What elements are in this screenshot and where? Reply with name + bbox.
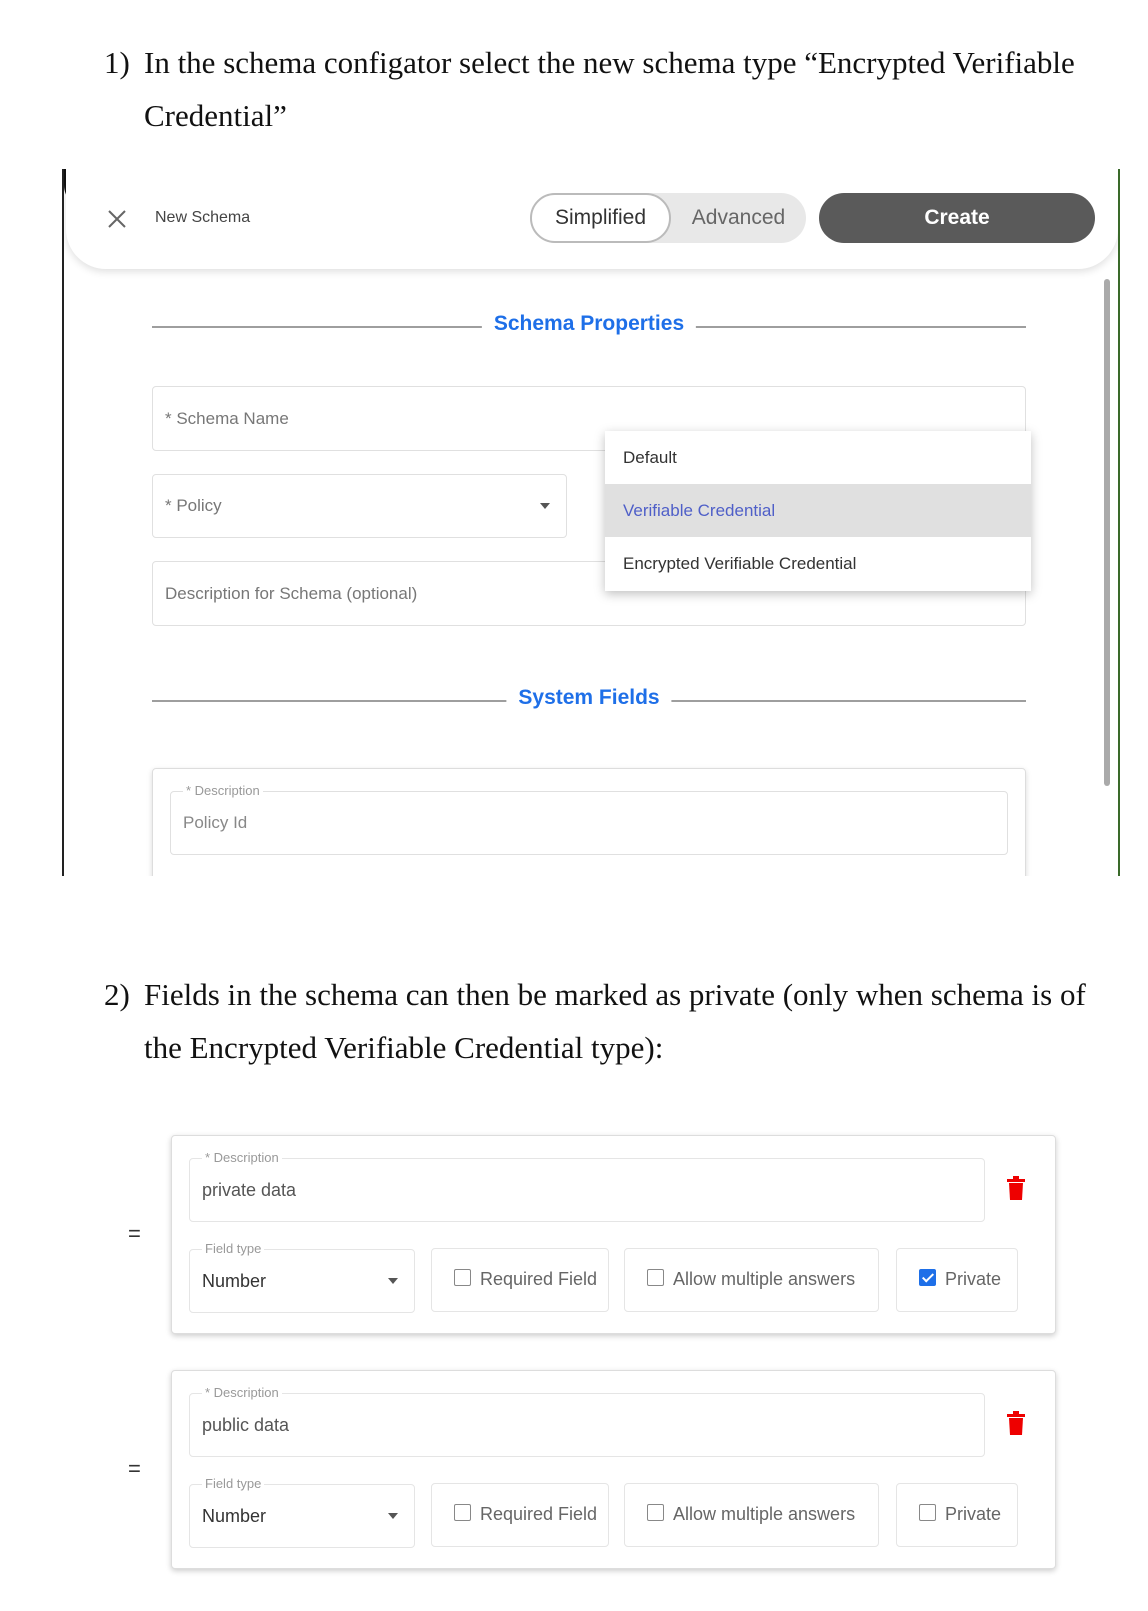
checkbox-icon[interactable]	[919, 1269, 936, 1286]
schema-type-menu: Default Verifiable Credential Encrypted …	[605, 431, 1031, 591]
schema-properties-divider: Schema Properties	[152, 312, 1026, 336]
required-field-checkbox[interactable]: Required Field	[431, 1248, 609, 1312]
field-type-legend: Field type	[202, 1476, 265, 1491]
checkbox-icon[interactable]	[647, 1269, 664, 1286]
step1-line1: In the schema configator select the new …	[144, 45, 1075, 80]
mode-advanced[interactable]: Advanced	[671, 193, 806, 243]
field-card: * Description private data Field type Nu…	[171, 1135, 1056, 1334]
menu-item-verifiable-credential[interactable]: Verifiable Credential	[605, 484, 1031, 537]
menu-item-encrypted-verifiable-credential[interactable]: Encrypted Verifiable Credential	[605, 537, 1031, 590]
field-card: * Description public data Field type Num…	[171, 1370, 1056, 1569]
checkbox-label: Required Field	[480, 1269, 598, 1289]
field-type-legend: Field type	[202, 1241, 265, 1256]
menu-item-default[interactable]: Default	[605, 431, 1031, 484]
step1-text: 1) In the schema configator select the n…	[104, 36, 1075, 142]
section-heading: Schema Properties	[481, 312, 697, 336]
field-description-input[interactable]: * Description public data	[189, 1385, 985, 1457]
step2-line2: the Encrypted Verifiable Credential type…	[144, 1030, 664, 1065]
allow-multiple-checkbox[interactable]: Allow multiple answers	[624, 1248, 879, 1312]
trash-icon[interactable]	[1007, 1176, 1025, 1200]
allow-multiple-checkbox[interactable]: Allow multiple answers	[624, 1483, 879, 1547]
chevron-down-icon	[388, 1513, 398, 1519]
field-legend: * Description	[183, 783, 263, 798]
create-button[interactable]: Create	[819, 193, 1095, 243]
checkbox-label: Required Field	[480, 1504, 598, 1524]
description-value: public data	[202, 1414, 290, 1435]
chevron-down-icon	[388, 1278, 398, 1284]
schema-dialog-screenshot: New Schema Simplified Advanced Create Sc…	[62, 169, 1120, 876]
close-icon[interactable]	[108, 210, 126, 228]
dialog-header: New Schema Simplified Advanced Create	[66, 169, 1118, 269]
policy-placeholder: * Policy	[165, 496, 222, 515]
checkbox-icon[interactable]	[919, 1504, 936, 1521]
checkbox-label: Private	[945, 1504, 1002, 1524]
checkbox-icon[interactable]	[647, 1504, 664, 1521]
checkbox-icon[interactable]	[454, 1504, 471, 1521]
checkbox-label: Allow multiple answers	[673, 1269, 856, 1289]
step-number: 2)	[104, 977, 130, 1012]
system-fields-divider: System Fields	[152, 686, 1026, 710]
checkbox-label: Private	[945, 1269, 1002, 1289]
field-type-value: Number	[202, 1270, 267, 1291]
field-value: Policy Id	[183, 813, 248, 832]
field-description-input[interactable]: * Description private data	[189, 1150, 985, 1222]
field-type-select[interactable]: Field type Number	[189, 1476, 415, 1548]
private-checkbox[interactable]: Private	[896, 1248, 1018, 1312]
step-number: 1)	[104, 45, 130, 80]
mode-simplified[interactable]: Simplified	[530, 193, 671, 243]
description-legend: * Description	[202, 1385, 282, 1400]
drag-handle-icon[interactable]: =	[128, 1456, 141, 1482]
section-heading: System Fields	[506, 686, 672, 710]
policy-select[interactable]: * Policy	[152, 474, 567, 538]
scrollbar[interactable]	[1104, 279, 1110, 786]
system-field-description[interactable]: * Description Policy Id	[170, 783, 1008, 855]
checkbox-icon[interactable]	[454, 1269, 471, 1286]
chevron-down-icon	[540, 503, 550, 509]
required-field-checkbox[interactable]: Required Field	[431, 1483, 609, 1547]
step2-line1: Fields in the schema can then be marked …	[144, 977, 1086, 1012]
private-checkbox[interactable]: Private	[896, 1483, 1018, 1547]
system-field-card: * Description Policy Id	[152, 768, 1026, 876]
description-value: private data	[202, 1179, 297, 1200]
drag-handle-icon[interactable]: =	[128, 1221, 141, 1247]
field-type-select[interactable]: Field type Number	[189, 1241, 415, 1313]
mode-toggle: Simplified Advanced	[530, 193, 806, 243]
step2-text: 2) Fields in the schema can then be mark…	[104, 968, 1086, 1074]
dialog-title: New Schema	[155, 209, 251, 226]
step1-line2: Credential”	[144, 98, 287, 133]
checkbox-label: Allow multiple answers	[673, 1504, 856, 1524]
trash-icon[interactable]	[1007, 1411, 1025, 1435]
description-legend: * Description	[202, 1150, 282, 1165]
field-type-value: Number	[202, 1505, 267, 1526]
